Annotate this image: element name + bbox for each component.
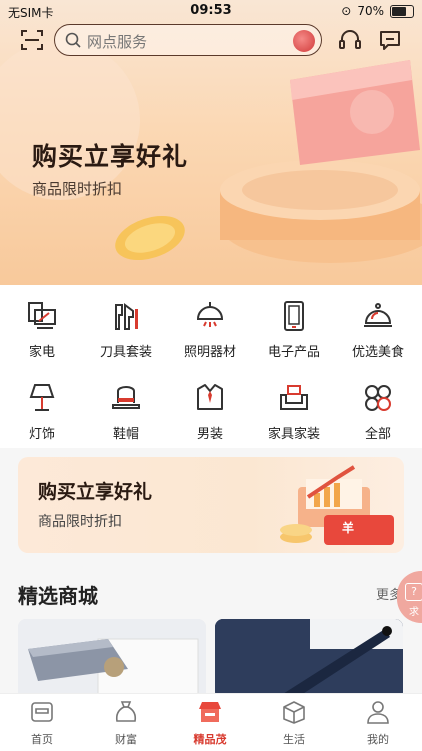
tab-label: 我的 — [367, 733, 389, 746]
search-bar[interactable]: 网点服务 — [54, 24, 322, 56]
shirt-icon — [197, 384, 223, 410]
category-label: 鞋帽 — [112, 427, 139, 442]
question-icon: ? — [405, 583, 422, 601]
floating-badge-label: 求 — [409, 607, 419, 618]
tab-label: 精品茂 — [193, 733, 227, 746]
phone-icon — [284, 301, 304, 331]
wealth-bag-icon — [115, 701, 137, 722]
message-icon[interactable] — [378, 28, 402, 52]
category-label: 家电 — [28, 345, 55, 360]
user-icon — [367, 701, 389, 724]
coin-symbol: 羊 — [342, 521, 355, 535]
all-grid-icon — [365, 385, 391, 411]
category-lighting[interactable]: 照明器材 — [168, 301, 252, 360]
category-label: 家具家装 — [267, 427, 320, 442]
food-cloche-icon — [364, 303, 392, 327]
bank-logo-icon — [293, 30, 315, 52]
tab-home[interactable]: 首页 — [0, 700, 84, 747]
promo-title: 购买立享好礼 — [38, 481, 153, 503]
section-title: 精选商城 — [18, 584, 98, 608]
floating-help-tab[interactable]: ? 求 — [397, 571, 422, 623]
hero-title: 购买立享好礼 — [32, 142, 189, 171]
category-appliance[interactable]: 家电 — [0, 301, 84, 360]
appliance-icon — [28, 302, 56, 329]
store-icon — [199, 702, 221, 722]
category-knife-set[interactable]: 刀具套装 — [84, 301, 168, 360]
rotation-lock-icon: ⊙ — [341, 4, 352, 18]
home-icon — [31, 702, 53, 722]
battery-percent: 70% — [357, 4, 384, 18]
tab-label: 首页 — [31, 733, 53, 746]
status-bar: 无SIM卡 09:53 ⊙ 70% — [0, 0, 422, 22]
promo-illustration — [280, 465, 394, 545]
search-icon — [65, 32, 81, 48]
tab-life[interactable]: 生活 — [252, 700, 336, 747]
tab-label: 财富 — [115, 733, 137, 746]
sofa-icon — [280, 385, 308, 410]
bottom-tab-bar: 首页 财富 精品茂 生活 我的 — [0, 693, 422, 751]
tab-wealth[interactable]: 财富 — [84, 700, 168, 747]
category-shoes-hats[interactable]: 鞋帽 — [84, 383, 168, 442]
promo-banner[interactable]: 购买立享好礼 商品限时折扣 羊 — [18, 457, 404, 553]
category-label: 电子产品 — [267, 345, 320, 360]
category-label: 男装 — [196, 427, 223, 442]
hat-icon — [112, 386, 140, 409]
category-menswear[interactable]: 男装 — [168, 383, 252, 442]
category-grid: 家电 刀具套装 照明器材 电子产品 优选美食 灯饰 鞋帽 男装 家具家装 全部 — [0, 285, 422, 448]
ceiling-lamp-icon — [196, 302, 224, 327]
category-label: 优选美食 — [351, 345, 404, 360]
product-card[interactable] — [18, 619, 206, 699]
tab-mine[interactable]: 我的 — [336, 700, 420, 747]
category-food[interactable]: 优选美食 — [336, 301, 420, 360]
battery-icon — [390, 4, 414, 18]
table-lamp-icon — [29, 384, 55, 411]
category-label: 照明器材 — [183, 345, 236, 360]
customer-service-icon[interactable] — [338, 28, 362, 52]
top-bar: 网点服务 — [0, 24, 422, 58]
category-all[interactable]: 全部 — [336, 383, 420, 442]
category-label: 灯饰 — [28, 427, 55, 442]
category-label: 刀具套装 — [99, 345, 152, 360]
product-card[interactable] — [215, 619, 403, 699]
scan-icon[interactable] — [20, 28, 44, 52]
product-image — [215, 619, 403, 699]
knife-set-icon — [115, 303, 138, 330]
promo-subtitle: 商品限时折扣 — [38, 514, 122, 530]
search-placeholder: 网点服务 — [87, 33, 148, 51]
category-furniture[interactable]: 家具家装 — [252, 383, 336, 442]
category-electronics[interactable]: 电子产品 — [252, 301, 336, 360]
category-lamps[interactable]: 灯饰 — [0, 383, 84, 442]
hero-banner[interactable]: 无SIM卡 09:53 ⊙ 70% 网点服务 购买立享好礼 商品限时折扣 — [0, 0, 422, 285]
hero-subtitle: 商品限时折扣 — [32, 180, 123, 198]
category-label: 全部 — [364, 427, 391, 442]
life-box-icon — [283, 701, 305, 724]
tab-label: 生活 — [283, 733, 305, 746]
tab-store[interactable]: 精品茂 — [168, 700, 252, 747]
product-image — [18, 619, 206, 699]
